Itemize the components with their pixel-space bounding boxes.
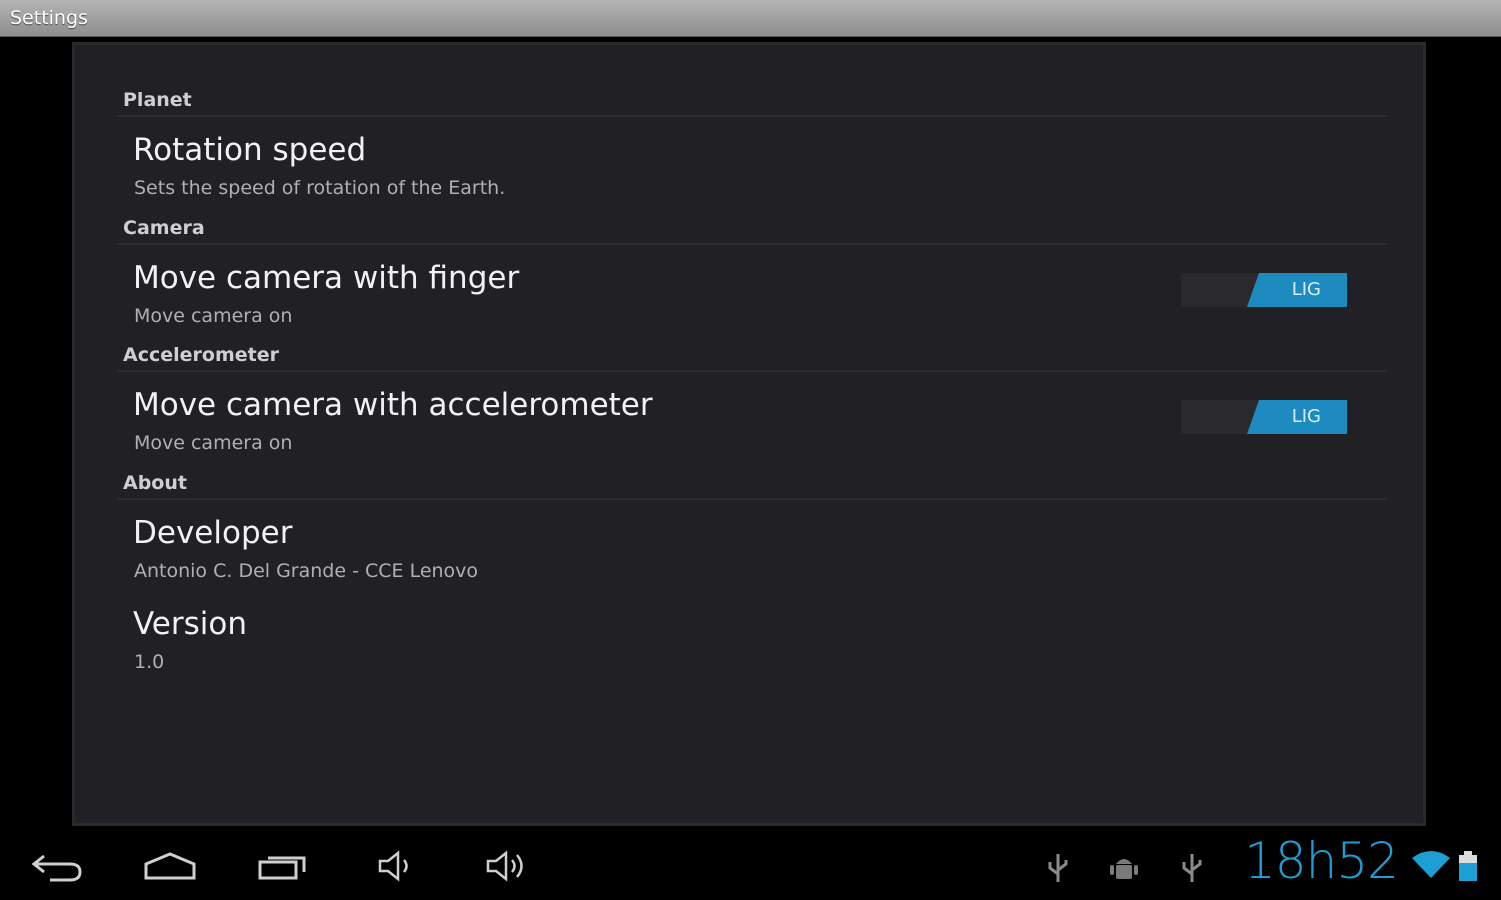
divider bbox=[117, 370, 1387, 372]
volume-up-icon[interactable] bbox=[484, 850, 530, 882]
battery-icon bbox=[1459, 851, 1477, 881]
pref-summary: Move camera on bbox=[134, 305, 293, 327]
pref-title: Developer bbox=[133, 515, 293, 551]
back-icon[interactable] bbox=[30, 850, 84, 882]
android-debug-icon bbox=[1110, 859, 1138, 879]
divider bbox=[117, 243, 1387, 245]
title-bar: Settings bbox=[0, 0, 1501, 37]
toggle-label: LIG bbox=[1291, 406, 1321, 427]
pref-rotation-speed[interactable]: Rotation speed Sets the speed of rotatio… bbox=[133, 132, 1373, 212]
category-about: About bbox=[123, 472, 187, 494]
toggle-label: LIG bbox=[1291, 279, 1321, 300]
finger-toggle-switch[interactable]: LIG bbox=[1181, 273, 1347, 307]
status-clock: 18h52 bbox=[1244, 832, 1399, 890]
window-title: Settings bbox=[10, 7, 88, 29]
pref-title: Rotation speed bbox=[133, 132, 367, 168]
category-accelerometer: Accelerometer bbox=[123, 344, 279, 366]
pref-summary: Move camera on bbox=[134, 432, 293, 454]
pref-title: Version bbox=[133, 606, 247, 642]
pref-summary: 1.0 bbox=[134, 651, 165, 673]
category-planet: Planet bbox=[123, 89, 192, 111]
divider bbox=[117, 498, 1387, 500]
pref-summary: Antonio C. Del Grande - CCE Lenovo bbox=[134, 560, 479, 582]
pref-title: Move camera with accelerometer bbox=[133, 387, 653, 423]
settings-panel: Planet Rotation speed Sets the speed of … bbox=[72, 42, 1426, 826]
usb-icon bbox=[1048, 854, 1068, 882]
pref-title: Move camera with finger bbox=[133, 260, 520, 296]
accelerometer-toggle-switch[interactable]: LIG bbox=[1181, 400, 1347, 434]
divider bbox=[117, 115, 1387, 117]
pref-version[interactable]: Version 1.0 bbox=[133, 606, 1373, 686]
home-icon[interactable] bbox=[142, 850, 198, 882]
pref-developer[interactable]: Developer Antonio C. Del Grande - CCE Le… bbox=[133, 515, 1373, 595]
pref-summary: Sets the speed of rotation of the Earth. bbox=[134, 177, 506, 199]
recent-apps-icon[interactable] bbox=[256, 850, 310, 882]
volume-down-icon[interactable] bbox=[376, 850, 414, 882]
wifi-icon bbox=[1412, 851, 1450, 878]
usb-icon bbox=[1182, 854, 1202, 882]
category-camera: Camera bbox=[123, 217, 205, 239]
